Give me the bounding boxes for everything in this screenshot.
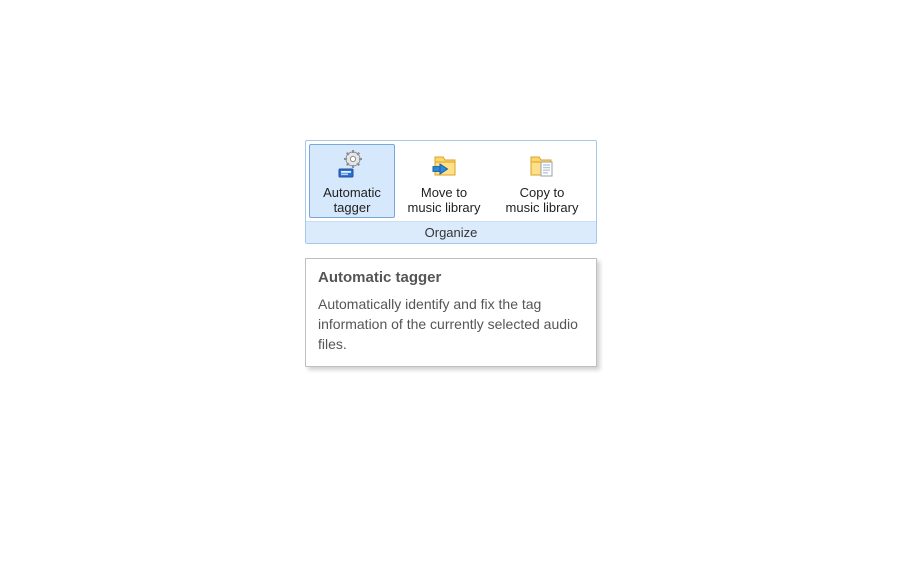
ribbon-buttons-row: Automatic tagger Move (306, 141, 596, 221)
automatic-tagger-button[interactable]: Automatic tagger (309, 144, 395, 218)
tooltip-title: Automatic tagger (318, 269, 584, 286)
ribbon-group-title: Organize (306, 221, 596, 243)
ribbon-group-organize: Automatic tagger Move (305, 140, 597, 244)
copy-to-library-label: Copy to music library (506, 185, 579, 215)
tooltip: Automatic tagger Automatically identify … (305, 258, 597, 367)
automatic-tagger-label: Automatic tagger (323, 185, 381, 215)
move-to-library-button[interactable]: Move to music library (395, 144, 493, 218)
automatic-tagger-icon (335, 149, 369, 183)
tooltip-body: Automatically identify and fix the tag i… (318, 294, 584, 354)
folder-copy-icon (525, 149, 559, 183)
copy-to-library-button[interactable]: Copy to music library (493, 144, 591, 218)
move-to-library-label: Move to music library (408, 185, 481, 215)
folder-move-icon (427, 149, 461, 183)
